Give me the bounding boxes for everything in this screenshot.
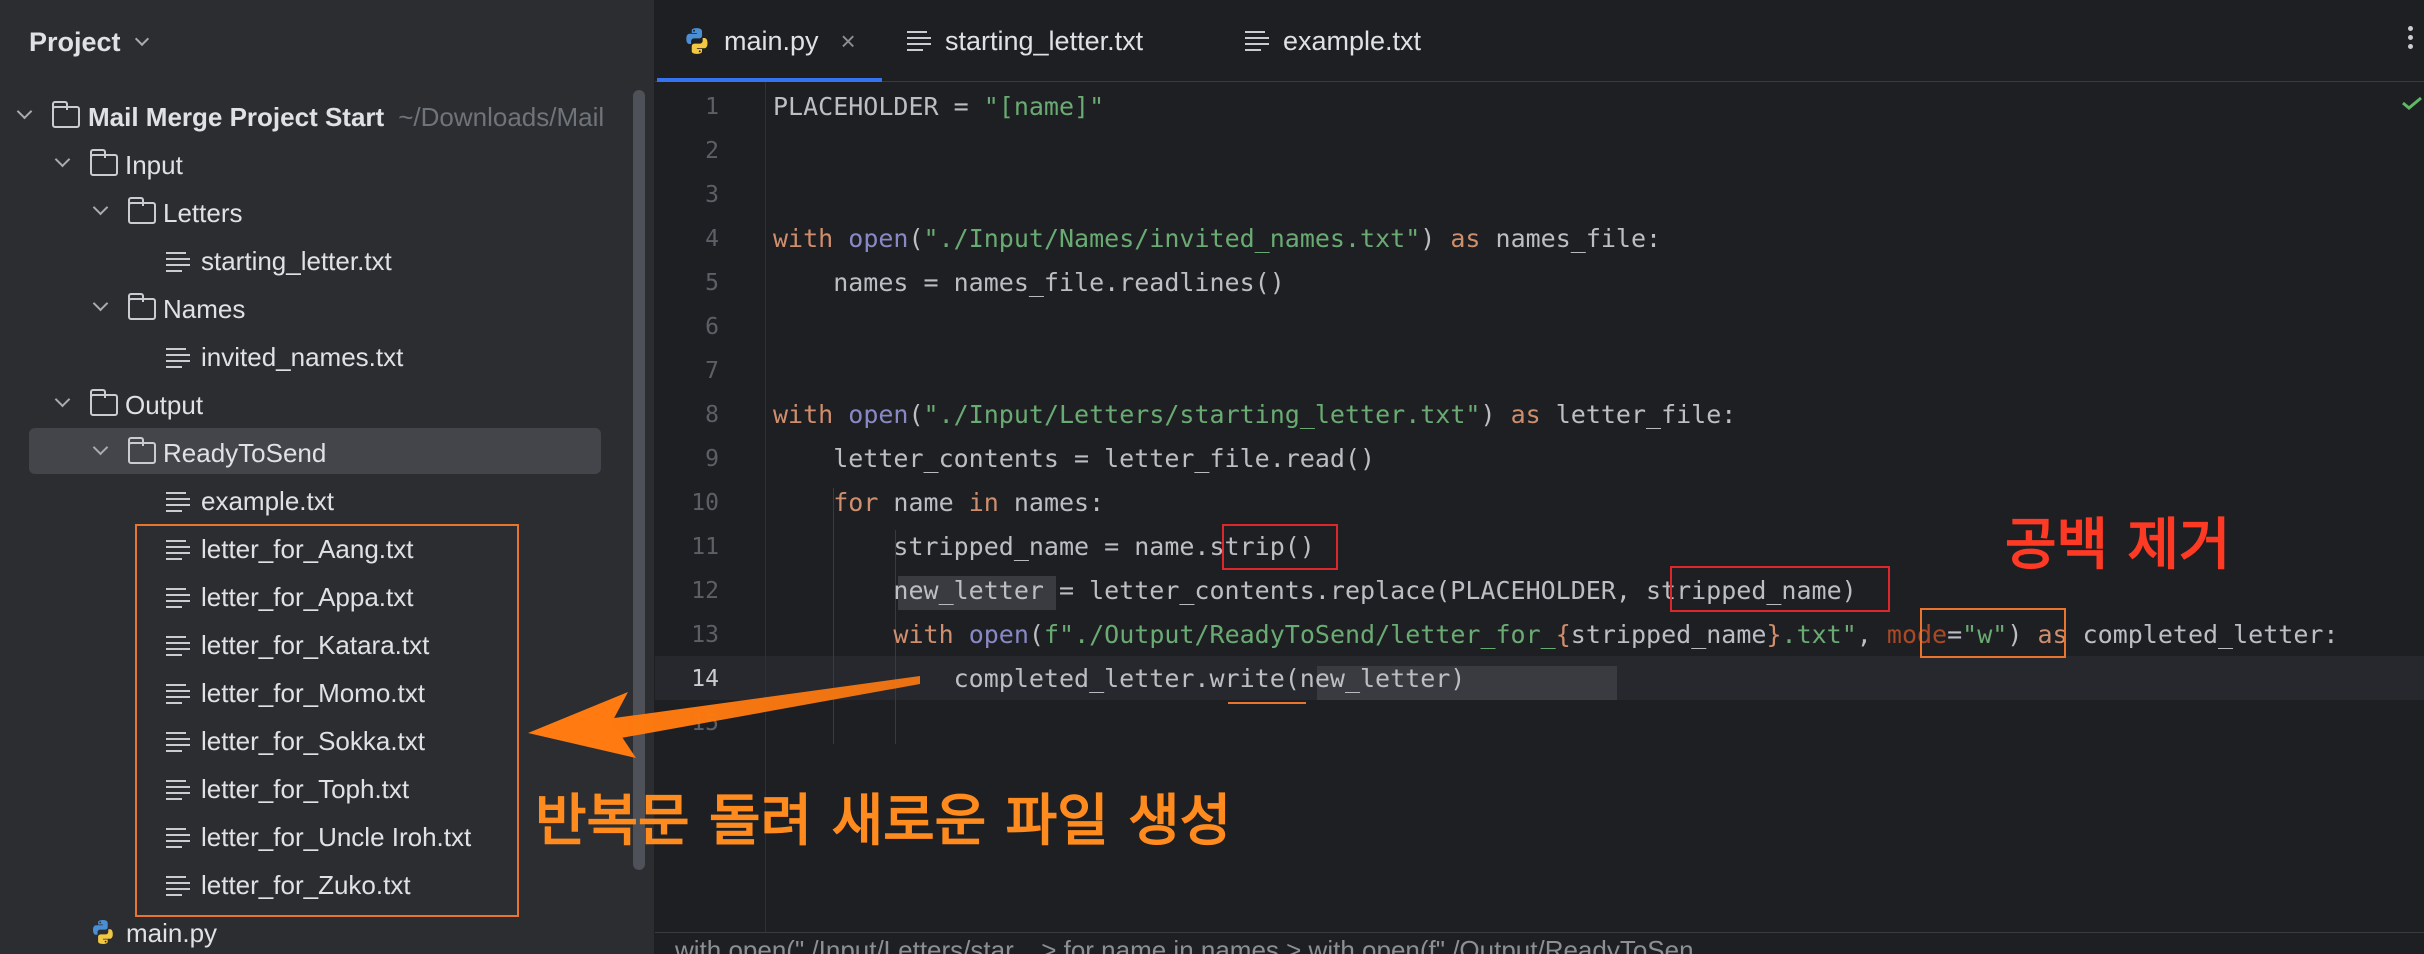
tree-item-label: example.txt — [201, 486, 334, 516]
tree-item-input[interactable]: Input — [0, 142, 630, 186]
tree-item-names[interactable]: Names — [0, 286, 630, 330]
breadcrumb: with open("./Input/Letters/star... > for… — [655, 932, 2424, 954]
tab-label: main.py — [724, 25, 819, 56]
text-file-icon — [166, 252, 190, 272]
text-file-icon — [907, 31, 931, 51]
strip-highlight-box — [1222, 524, 1338, 570]
tree-item-label: Output — [125, 390, 204, 420]
code-line-10[interactable]: for name in names: — [773, 488, 1104, 517]
project-title: Project — [29, 26, 121, 57]
chevron-down-icon[interactable] — [54, 151, 71, 168]
python-file-icon — [686, 28, 708, 54]
code-line-4[interactable]: with open("./Input/Names/invited_names.t… — [773, 224, 1661, 253]
tab-example[interactable]: example.txt — [1245, 0, 1421, 82]
line-number: 10 — [691, 490, 719, 516]
line-number: 6 — [705, 314, 719, 340]
chevron-down-icon[interactable] — [54, 391, 71, 408]
line-number: 2 — [705, 138, 719, 164]
active-tab-indicator — [657, 78, 882, 82]
folder-icon — [128, 437, 156, 464]
code-line-14[interactable]: completed_letter.write(new_letter) — [773, 664, 1466, 693]
folder-icon — [90, 149, 118, 176]
folder-icon — [52, 101, 80, 128]
chevron-down-icon[interactable] — [92, 439, 109, 456]
chevron-down-icon[interactable] — [92, 199, 109, 216]
tree-item-readytosend[interactable]: ReadyToSend — [0, 430, 630, 474]
line-number: 9 — [705, 446, 719, 472]
close-icon[interactable]: × — [841, 26, 856, 57]
tree-item-starting-letter[interactable]: starting_letter.txt — [0, 238, 630, 282]
tree-item-example[interactable]: example.txt — [0, 478, 630, 522]
generated-files-highlight-box — [135, 524, 519, 917]
tree-item-invited-names[interactable]: invited_names.txt — [0, 334, 630, 378]
tree-item-label: Names — [163, 294, 246, 324]
strip-annotation: 공백 제거 — [2005, 513, 2231, 578]
tab-main-py[interactable]: main.py × — [682, 0, 856, 82]
tree-item-label: main.py — [126, 918, 218, 948]
line-number: 14 — [691, 666, 719, 692]
chevron-down-icon[interactable] — [92, 295, 109, 312]
scrollbar[interactable] — [633, 90, 645, 870]
folder-icon — [128, 197, 156, 224]
tab-bar: main.py × starting_letter.txt example.tx… — [655, 0, 2424, 82]
code-line-13[interactable]: with open(f"./Output/ReadyToSend/letter_… — [773, 620, 2338, 649]
code-line-8[interactable]: with open("./Input/Letters/starting_lett… — [773, 400, 1736, 429]
line-number: 13 — [691, 622, 719, 648]
folder-icon — [128, 293, 156, 320]
line-number: 11 — [691, 534, 719, 560]
tree-item-output[interactable]: Output — [0, 382, 630, 426]
tree-item-label: ReadyToSend — [163, 438, 327, 468]
tree-item-label: invited_names.txt — [201, 342, 404, 372]
tree-item-letters[interactable]: Letters — [0, 190, 630, 234]
code-line-1[interactable]: PLACEHOLDER = "[name]" — [773, 92, 1104, 121]
project-path: ~/Downloads/Mail — [398, 102, 605, 132]
line-number: 1 — [705, 94, 719, 120]
write-underline — [1228, 702, 1306, 704]
chevron-down-icon[interactable] — [16, 103, 33, 120]
line-number: 8 — [705, 402, 719, 428]
text-file-icon — [166, 348, 190, 368]
inspection-ok-icon — [2402, 96, 2422, 110]
line-number: 3 — [705, 182, 719, 208]
folder-icon — [90, 389, 118, 416]
tree-item-label: starting_letter.txt — [201, 246, 392, 276]
tab-label: starting_letter.txt — [945, 25, 1144, 56]
line-number: 4 — [705, 226, 719, 252]
chevron-down-icon[interactable] — [134, 31, 149, 47]
tree-item-label: Mail Merge Project Start — [88, 102, 385, 132]
python-file-icon — [93, 920, 113, 944]
tab-starting-letter[interactable]: starting_letter.txt — [907, 0, 1143, 82]
tab-label: example.txt — [1283, 25, 1422, 56]
project-header[interactable]: Project — [29, 22, 149, 62]
stripped-name-highlight-box — [1670, 566, 1890, 612]
indent-guide — [833, 488, 834, 744]
code-line-9[interactable]: letter_contents = letter_file.read() — [773, 444, 1375, 473]
breadcrumb-path[interactable]: with open("./Input/Letters/star... > for… — [675, 935, 1715, 954]
mode-w-highlight-box — [1920, 608, 2066, 658]
loop-annotation: 반복문 돌려 새로운 파일 생성 — [535, 789, 1232, 854]
line-number: 15 — [691, 710, 719, 736]
line-number: 12 — [691, 578, 719, 604]
text-file-icon — [166, 492, 190, 512]
line-number: 5 — [705, 270, 719, 296]
tree-item-label: Letters — [163, 198, 243, 228]
tree-item-label: Input — [125, 150, 183, 180]
more-options-icon[interactable] — [2408, 26, 2414, 52]
text-file-icon — [1245, 31, 1269, 51]
line-number: 7 — [705, 358, 719, 384]
code-line-5[interactable]: names = names_file.readlines() — [773, 268, 1285, 297]
tree-item-root[interactable]: Mail Merge Project Start ~/Downloads/Mail — [0, 94, 630, 138]
